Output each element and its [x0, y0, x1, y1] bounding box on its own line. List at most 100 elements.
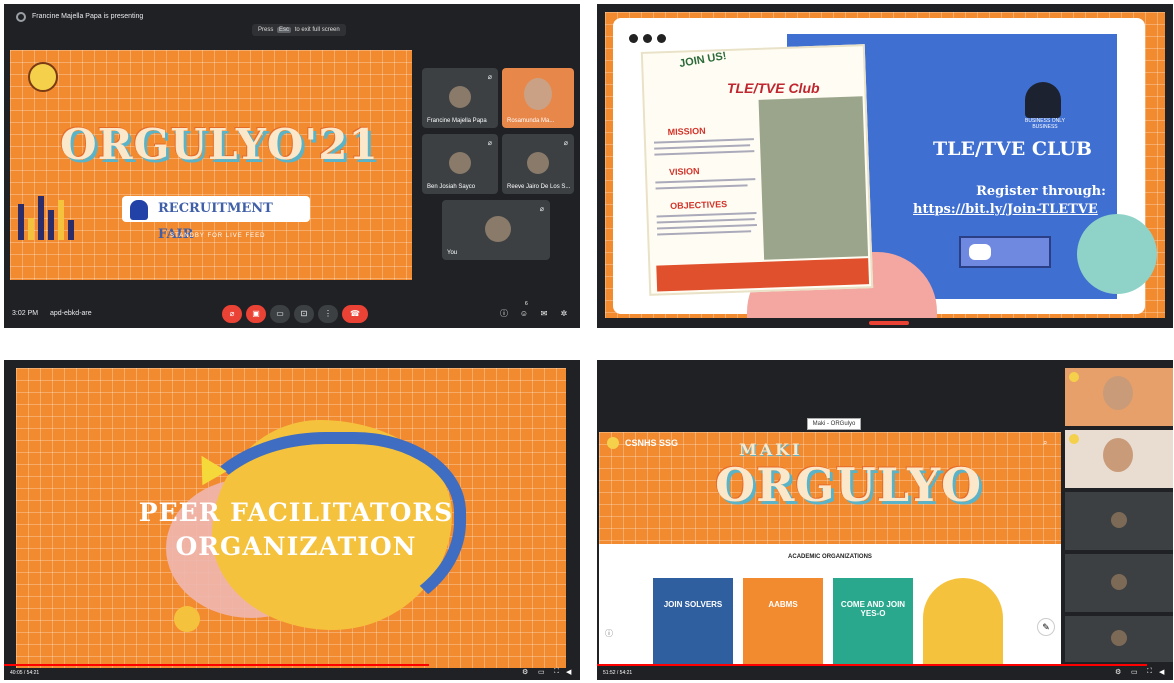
window-dot	[643, 34, 652, 43]
business-caption: BUSINESS ONLY BUSINESS	[1025, 118, 1065, 130]
mic-toggle-button[interactable]: ⌀	[222, 305, 242, 323]
poster-section: VISION	[668, 166, 700, 178]
bar	[38, 196, 44, 240]
present-button[interactable]: ⊡	[294, 305, 314, 323]
poster-line	[654, 144, 751, 150]
poster-line	[657, 230, 752, 236]
participant-tile[interactable]	[1065, 554, 1173, 612]
participant-tile[interactable]: Rosamunda Ma...	[502, 68, 574, 128]
avatar	[449, 152, 471, 174]
poster-line	[655, 178, 756, 184]
participant-name: Francine Majella Papa	[427, 118, 487, 124]
org-card[interactable]: COME AND JOIN YES-O	[833, 578, 913, 664]
hero-small-title: MAKI	[739, 440, 803, 459]
crewmate-icon	[130, 200, 148, 220]
presentation-slide: PEER FACILITATORS ORGANIZATION	[16, 368, 566, 668]
participant-tile[interactable]	[1065, 492, 1173, 550]
club-name: TLE/TVE CLUB	[933, 138, 1092, 160]
avatar	[1111, 512, 1127, 528]
participant-count: 6	[525, 301, 528, 307]
participant-tile[interactable]	[1065, 616, 1173, 662]
hooded-figure-logo	[1025, 82, 1061, 118]
recruitment-badge: RECRUITMENT FAIR	[122, 196, 310, 242]
org-title: PEER FACILITATORS ORGANIZATION	[116, 496, 476, 564]
yellow-circle	[174, 606, 200, 632]
fullscreen-icon[interactable]: ⛶	[1147, 668, 1152, 676]
hint-post: to exit full screen	[294, 27, 340, 33]
teal-shape	[1077, 214, 1157, 294]
participant-tile[interactable]: ⌀ Ben Josiah Sayco	[422, 134, 498, 194]
hint-pre: Press	[258, 27, 274, 33]
call-controls[interactable]	[869, 321, 909, 325]
participant-tile[interactable]: ⌀ Reeve Jairo De Los S...	[502, 134, 574, 194]
poster-line	[656, 218, 755, 224]
exit-fullscreen-hint: Press Esc to exit full screen	[252, 24, 346, 36]
discord-icon[interactable]	[959, 236, 1051, 268]
poster-title: TLE/TVE Club	[727, 80, 820, 96]
video-controls: 40:05 / 54:21 ⚙ ▭ ⛶ ◀	[4, 664, 580, 680]
volume-icon[interactable]: ◀	[1159, 668, 1164, 676]
mic-off-icon: ⌀	[487, 140, 492, 147]
school-seal-logo	[1069, 372, 1079, 382]
poster-section: OBJECTIVES	[670, 199, 728, 212]
captions-button[interactable]: ▭	[270, 305, 290, 323]
meeting-code: apd-ebkd-are	[50, 310, 92, 317]
avatar	[485, 216, 511, 242]
participant-tile[interactable]	[1065, 430, 1173, 488]
avatar	[524, 78, 552, 110]
meet-window-presenting: Francine Majella Papa is presenting Pres…	[4, 4, 580, 328]
poster-line	[655, 184, 748, 190]
card-label: JOIN SOLVERS	[663, 600, 723, 609]
video-peer-facilitators: PEER FACILITATORS ORGANIZATION 40:05 / 5…	[4, 360, 580, 680]
video-progress[interactable]	[597, 664, 1148, 666]
activities-icon[interactable]: ✲	[554, 305, 574, 323]
end-call-button[interactable]: ☎	[342, 305, 368, 323]
settings-icon[interactable]: ⚙	[1115, 668, 1121, 676]
org-title-line1: PEER FACILITATORS	[138, 498, 454, 527]
register-link[interactable]: https://bit.ly/Join-TLETVE	[913, 202, 1098, 217]
more-options-button[interactable]: ⋮	[318, 305, 338, 323]
participant-tile[interactable]	[1065, 368, 1173, 426]
org-card[interactable]: AABMS	[743, 578, 823, 664]
meet-control-bar: 3:02 PM apd-ebkd-are ⌀ ▣ ▭ ⊡ ⋮ ☎ ⓘ ☺ 6 ✉…	[4, 300, 580, 328]
poster-line	[654, 150, 755, 156]
poster-line	[656, 212, 757, 218]
search-icon[interactable]: ⌕	[1043, 438, 1047, 448]
photo-collage	[758, 96, 869, 260]
bar	[58, 200, 64, 240]
avatar	[1103, 376, 1133, 410]
info-icon[interactable]: ⓘ	[494, 305, 514, 323]
video-progress[interactable]	[4, 664, 429, 666]
volume-icon[interactable]: ◀	[566, 668, 571, 676]
bar	[28, 218, 34, 240]
section-title: ACADEMIC ORGANIZATIONS	[788, 554, 872, 560]
miniplayer-icon[interactable]: ▭	[1131, 668, 1138, 676]
miniplayer-icon[interactable]: ▭	[538, 668, 545, 676]
participant-name: Ben Josiah Sayco	[427, 184, 476, 190]
people-icon[interactable]: ☺	[514, 305, 534, 323]
mic-off-icon: ⌀	[563, 140, 568, 147]
poster-line	[653, 138, 754, 144]
site-name[interactable]: CSNHS SSG	[625, 438, 678, 448]
window-dot	[657, 34, 666, 43]
self-tile[interactable]: ⌀ You	[442, 200, 550, 260]
avatar	[1103, 438, 1133, 472]
chat-icon[interactable]: ✉	[534, 305, 554, 323]
settings-icon[interactable]: ⚙	[522, 668, 528, 676]
participant-tile[interactable]: ⌀ Francine Majella Papa	[422, 68, 498, 128]
register-label: Register through:	[976, 184, 1106, 199]
bar	[68, 220, 74, 240]
camera-toggle-button[interactable]: ▣	[246, 305, 266, 323]
avatar	[449, 86, 471, 108]
org-card[interactable]: JOIN SOLVERS	[653, 578, 733, 664]
browser-tab[interactable]: Maki - ORGulyo	[807, 418, 861, 430]
video-controls: 51:52 / 54:21 ⚙ ▭ ⛶ ◀	[597, 664, 1173, 680]
fullscreen-icon[interactable]: ⛶	[554, 668, 559, 676]
info-icon[interactable]: ⓘ	[605, 628, 613, 639]
org-card[interactable]	[923, 578, 1003, 664]
video-time: 51:52 / 54:21	[603, 670, 633, 676]
edit-icon[interactable]: ✎	[1037, 618, 1055, 636]
participant-name: You	[447, 250, 458, 256]
hint-key: Esc	[277, 27, 292, 33]
avatar	[1111, 630, 1127, 646]
